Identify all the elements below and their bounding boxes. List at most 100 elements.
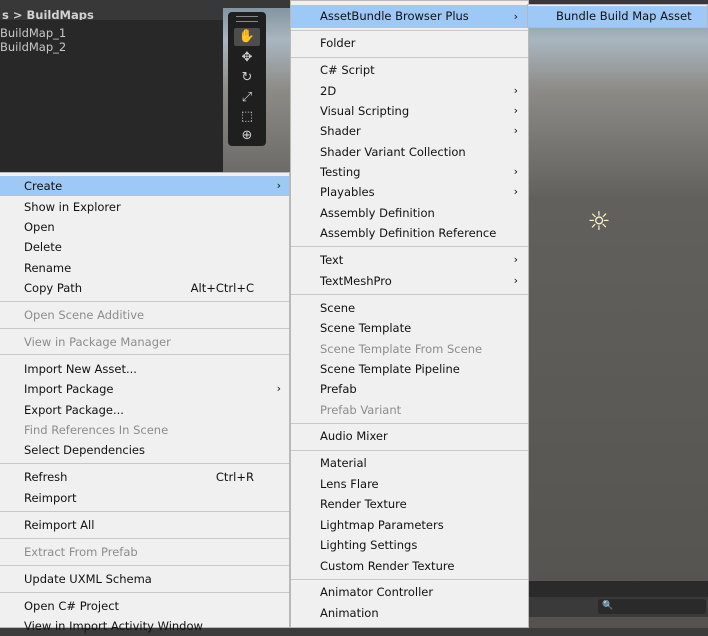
menu-item-label: Assembly Definition <box>320 206 435 220</box>
submenu-arrow-icon: › <box>513 84 518 97</box>
create-item-scene-template[interactable]: Scene Template <box>291 318 528 338</box>
menu-item-select-dependencies[interactable]: Select Dependencies <box>0 440 289 460</box>
menu-item-label: Scene Template <box>320 321 412 335</box>
submenu-arrow-icon: › <box>513 104 518 117</box>
menu-item-label: Scene <box>320 301 356 315</box>
directional-light-icon[interactable]: ☼ <box>585 208 613 236</box>
menu-item-extract-from-prefab: Extract From Prefab <box>0 542 289 562</box>
menu-item-label: Testing <box>320 165 361 179</box>
menu-item-label: AssetBundle Browser Plus <box>320 9 469 23</box>
menu-item-delete[interactable]: Delete <box>0 237 289 257</box>
create-item-shader[interactable]: Shader › <box>291 121 528 141</box>
menu-item-label: Find References In Scene <box>24 423 169 437</box>
menu-separator <box>291 30 528 31</box>
create-item-2d[interactable]: 2D › <box>291 81 528 101</box>
submenu-arrow-icon: › <box>276 382 281 395</box>
asset-context-menu: Create › Show in Explorer Open Delete Rename C… <box>0 172 290 633</box>
menu-item-import-new-asset[interactable]: Import New Asset... <box>0 359 289 379</box>
menu-item-label: Delete <box>24 240 62 254</box>
menu-item-label: Assembly Definition Reference <box>320 226 497 240</box>
create-item-animation[interactable]: Animation <box>291 603 528 623</box>
menu-item-label: TextMeshPro <box>320 274 392 288</box>
menu-item-label: Refresh <box>24 470 68 484</box>
create-item-assembly-definition-reference[interactable]: Assembly Definition Reference <box>291 223 528 243</box>
create-item-c-script[interactable]: C# Script <box>291 60 528 80</box>
palette-grip[interactable] <box>236 16 258 22</box>
rect-tool-icon[interactable]: ⬚ <box>234 108 260 126</box>
create-item-audio-mixer[interactable]: Audio Mixer <box>291 426 528 446</box>
menu-item-label: Shader Variant Collection <box>320 145 466 159</box>
create-item-lens-flare[interactable]: Lens Flare <box>291 474 528 494</box>
create-item-animator-controller[interactable]: Animator Controller <box>291 582 528 602</box>
breadcrumb[interactable]: s > BuildMaps <box>0 0 223 20</box>
menu-item-export-package[interactable]: Export Package... <box>0 400 289 420</box>
create-item-playables[interactable]: Playables › <box>291 182 528 202</box>
create-item-prefab-variant: Prefab Variant <box>291 400 528 420</box>
menu-item-label: Playables <box>320 185 375 199</box>
menu-item-open-scene-additive: Open Scene Additive <box>0 305 289 325</box>
create-item-assembly-definition[interactable]: Assembly Definition <box>291 203 528 223</box>
menu-item-label: 2D <box>320 84 337 98</box>
menu-item-label: Animation <box>320 606 379 620</box>
menu-item-reimport-all[interactable]: Reimport All <box>0 515 289 535</box>
menu-separator <box>291 423 528 424</box>
create-item-lightmap-parameters[interactable]: Lightmap Parameters <box>291 515 528 535</box>
menu-item-create[interactable]: Create › <box>0 176 289 196</box>
bundle-item-bundle-build-map-asset[interactable]: Bundle Build Map Asset <box>528 6 707 27</box>
menu-item-import-package[interactable]: Import Package › <box>0 379 289 399</box>
menu-separator <box>0 565 289 566</box>
menu-item-find-references-in-scene: Find References In Scene <box>0 420 289 440</box>
menu-item-label: C# Script <box>320 63 375 77</box>
create-item-assetbundle-browser-plus[interactable]: AssetBundle Browser Plus › <box>291 5 528 28</box>
menu-separator <box>291 294 528 295</box>
create-item-custom-render-texture[interactable]: Custom Render Texture <box>291 556 528 576</box>
menu-item-show-in-explorer[interactable]: Show in Explorer <box>0 197 289 217</box>
menu-item-open[interactable]: Open <box>0 217 289 237</box>
menu-item-label: Open <box>24 220 55 234</box>
submenu-arrow-icon: › <box>276 179 281 192</box>
rotate-tool-icon[interactable]: ↻ <box>234 69 260 87</box>
create-item-folder[interactable]: Folder <box>291 33 528 53</box>
submenu-arrow-icon: › <box>513 185 518 198</box>
menu-item-refresh[interactable]: Refresh Ctrl+R <box>0 467 289 487</box>
scale-tool-icon[interactable]: ⤢ <box>234 89 260 107</box>
create-item-render-texture[interactable]: Render Texture <box>291 494 528 514</box>
create-item-material[interactable]: Material <box>291 453 528 473</box>
menu-item-open-c-project[interactable]: Open C# Project <box>0 596 289 616</box>
create-item-text[interactable]: Text › <box>291 250 528 270</box>
menu-item-label: Lightmap Parameters <box>320 518 444 532</box>
menu-item-copy-path[interactable]: Copy Path Alt+Ctrl+C <box>0 278 289 298</box>
menu-separator <box>0 463 289 464</box>
menu-separator <box>291 450 528 451</box>
menu-item-label: Material <box>320 456 367 470</box>
hand-tool-icon[interactable]: ✋ <box>234 28 260 46</box>
menu-separator <box>0 301 289 302</box>
menu-item-label: Custom Render Texture <box>320 559 455 573</box>
create-item-scene-template-pipeline[interactable]: Scene Template Pipeline <box>291 359 528 379</box>
menu-item-view-in-import-activity-window[interactable]: View in Import Activity Window <box>0 616 289 636</box>
menu-item-update-uxml-schema[interactable]: Update UXML Schema <box>0 569 289 589</box>
menu-item-view-in-package-manager: View in Package Manager <box>0 332 289 352</box>
create-item-visual-scripting[interactable]: Visual Scripting › <box>291 101 528 121</box>
menu-separator <box>291 57 528 58</box>
menu-item-label: Select Dependencies <box>24 443 145 457</box>
menu-item-label: Update UXML Schema <box>24 572 152 586</box>
menu-item-label: Open Scene Additive <box>24 308 145 322</box>
submenu-arrow-icon: › <box>513 124 518 137</box>
create-item-scene[interactable]: Scene <box>291 298 528 318</box>
menu-item-label: Extract From Prefab <box>24 545 138 559</box>
menu-item-reimport[interactable]: Reimport <box>0 488 289 508</box>
menu-item-rename[interactable]: Rename <box>0 258 289 278</box>
menu-separator <box>0 354 289 355</box>
asset-item[interactable]: BuildMap_2 <box>0 40 66 54</box>
create-item-lighting-settings[interactable]: Lighting Settings <box>291 535 528 555</box>
create-item-textmeshpro[interactable]: TextMeshPro › <box>291 271 528 291</box>
move-tool-icon[interactable]: ✥ <box>234 49 260 67</box>
asset-item[interactable]: BuildMap_1 <box>0 26 66 40</box>
transform-tool-icon[interactable]: ⊕ <box>234 127 260 145</box>
create-item-shader-variant-collection[interactable]: Shader Variant Collection <box>291 142 528 162</box>
search-input[interactable]: 🔍 <box>598 599 706 614</box>
create-item-prefab[interactable]: Prefab <box>291 379 528 399</box>
create-item-testing[interactable]: Testing › <box>291 162 528 182</box>
menu-item-label: Scene Template From Scene <box>320 342 483 356</box>
